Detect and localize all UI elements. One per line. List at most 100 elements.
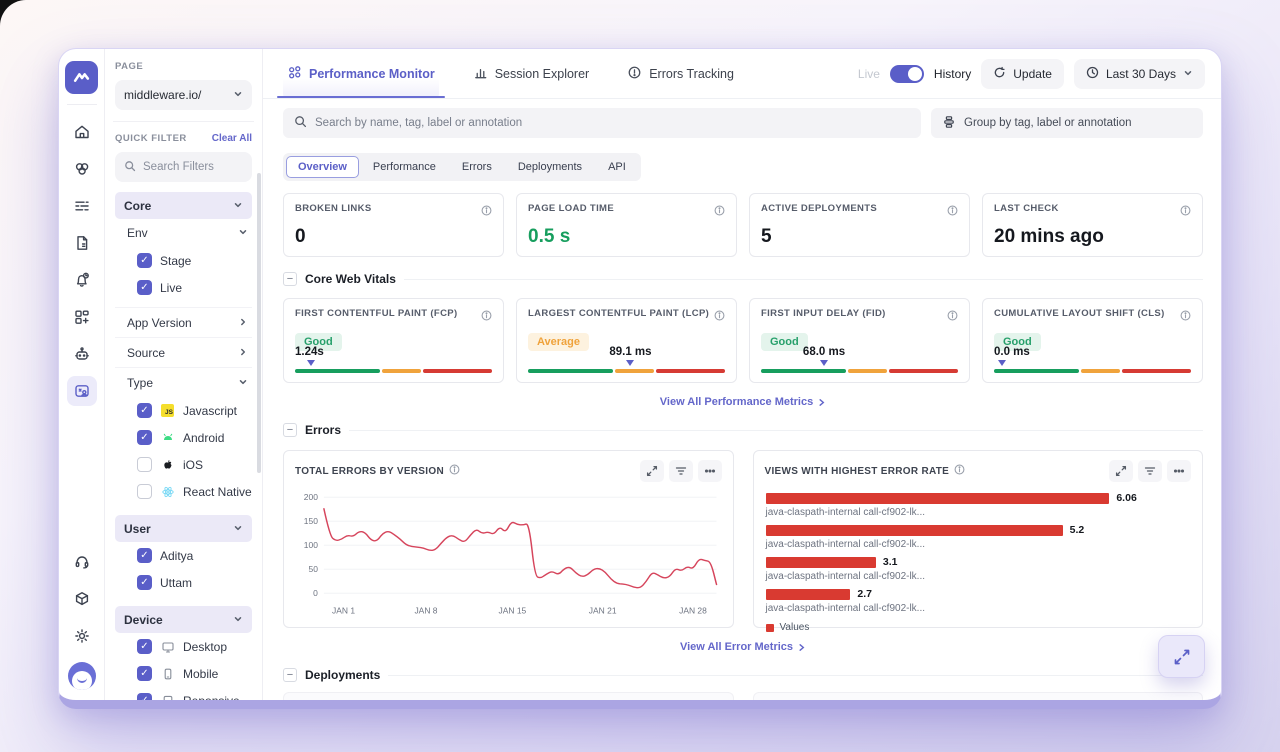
info-icon[interactable]: [481, 308, 492, 326]
view-subtabs: Overview Performance Errors Deployments …: [283, 153, 641, 181]
rum-browser-icon[interactable]: [67, 376, 97, 406]
content-area: Search by name, tag, label or annotation…: [263, 99, 1221, 700]
subtab-performance[interactable]: Performance: [361, 156, 448, 178]
subtab-overview[interactable]: Overview: [286, 156, 359, 178]
filter-section-core[interactable]: Core: [115, 192, 252, 219]
more-options-icon[interactable]: [1167, 460, 1191, 482]
info-icon[interactable]: [954, 464, 965, 478]
bar-row: 2.7 java-claspath-internal call-cf902-lk…: [766, 588, 1191, 620]
gear-icon[interactable]: [67, 621, 97, 651]
infra-cluster-icon[interactable]: [67, 154, 97, 184]
filter-group-source[interactable]: Source: [115, 337, 252, 367]
filter-icon[interactable]: [1138, 460, 1162, 482]
more-options-icon[interactable]: [698, 460, 722, 482]
filter-option-stage[interactable]: Stage: [115, 247, 252, 274]
env-label: Env: [127, 226, 148, 240]
tablet-icon: [160, 693, 175, 700]
option-label: Live: [160, 281, 182, 295]
checkbox[interactable]: [137, 430, 152, 445]
checkbox[interactable]: [137, 639, 152, 654]
search-input[interactable]: Search by name, tag, label or annotation: [283, 108, 921, 138]
info-icon[interactable]: [1180, 308, 1191, 326]
subtab-errors[interactable]: Errors: [450, 156, 504, 178]
update-button[interactable]: Update: [981, 59, 1064, 89]
collapse-icon[interactable]: −: [283, 423, 297, 437]
filter-option-live[interactable]: Live: [115, 274, 252, 301]
middleware-logo[interactable]: [65, 61, 98, 94]
package-add-icon[interactable]: [67, 584, 97, 614]
expand-dashboard-button[interactable]: [1158, 635, 1205, 678]
checkbox[interactable]: [137, 253, 152, 268]
filter-option-react-native[interactable]: React Native: [115, 478, 252, 505]
expand-icon[interactable]: [640, 460, 664, 482]
subtab-deployments[interactable]: Deployments: [506, 156, 594, 178]
info-icon[interactable]: [481, 203, 492, 221]
checkbox[interactable]: [137, 457, 152, 472]
avatar[interactable]: [68, 662, 96, 690]
section-title: Deployments: [305, 668, 380, 682]
filter-option-javascript[interactable]: JS Javascript: [115, 397, 252, 424]
filter-section-user[interactable]: User: [115, 515, 252, 542]
bar-category-label: java-claspath-internal call-cf902-lk...: [766, 507, 1191, 518]
search-filters-input[interactable]: Search Filters: [115, 152, 252, 182]
filter-icon[interactable]: [669, 460, 693, 482]
error-charts-row: TOTAL ERRORS BY VERSION 050100150200JAN …: [283, 450, 1203, 628]
group-by-button[interactable]: Group by tag, label or annotation: [931, 108, 1203, 138]
info-icon[interactable]: [1180, 203, 1191, 221]
alert-bell-icon[interactable]: [67, 265, 97, 295]
sidebar-scrollbar[interactable]: [257, 173, 261, 473]
filter-option-desktop[interactable]: Desktop: [115, 633, 252, 660]
expand-icon: [1173, 648, 1191, 666]
filter-option-mobile[interactable]: Mobile: [115, 660, 252, 687]
checkbox[interactable]: [137, 548, 152, 563]
live-history-toggle[interactable]: [890, 65, 924, 83]
checkbox[interactable]: [137, 575, 152, 590]
grid-dots-icon: [287, 65, 302, 83]
collapse-icon[interactable]: −: [283, 272, 297, 286]
filter-option-aditya[interactable]: Aditya: [115, 542, 252, 569]
info-icon[interactable]: [714, 203, 725, 221]
filter-option-uttam[interactable]: Uttam: [115, 569, 252, 596]
info-icon[interactable]: [449, 464, 460, 478]
tab-session-explorer[interactable]: Session Explorer: [469, 49, 594, 98]
document-icon[interactable]: [67, 228, 97, 258]
summary-metrics-row: BROKEN LINKS 0 PAGE LOAD TIME 0.5 s ACTI…: [283, 193, 1203, 257]
date-range-button[interactable]: Last 30 Days: [1074, 59, 1205, 89]
filter-group-env[interactable]: Env: [115, 219, 252, 247]
info-icon[interactable]: [947, 308, 958, 326]
bar-chart-icon: [473, 65, 488, 83]
tab-errors-tracking[interactable]: Errors Tracking: [623, 49, 738, 98]
home-icon[interactable]: [67, 117, 97, 147]
filter-option-responsive[interactable]: Reponsive: [115, 687, 252, 700]
view-all-errors-link[interactable]: View All Error Metrics: [680, 641, 806, 653]
subtab-api[interactable]: API: [596, 156, 638, 178]
dashboard-add-icon[interactable]: [67, 302, 97, 332]
clear-all-link[interactable]: Clear All: [212, 133, 252, 144]
filter-option-ios[interactable]: iOS: [115, 451, 252, 478]
quick-filter-label: QUICK FILTER: [115, 133, 187, 144]
chart-title: TOTAL ERRORS BY VERSION: [295, 466, 444, 477]
checkbox[interactable]: [137, 693, 152, 700]
option-label: React Native: [183, 485, 252, 499]
checkbox[interactable]: [137, 666, 152, 681]
info-icon[interactable]: [714, 308, 725, 326]
filter-section-device[interactable]: Device: [115, 606, 252, 633]
filter-option-android[interactable]: Android: [115, 424, 252, 451]
info-icon[interactable]: [947, 203, 958, 221]
headset-icon[interactable]: [67, 547, 97, 577]
filter-sidebar: PAGE middleware.io/ QUICK FILTER Clear A…: [105, 49, 263, 700]
page-select[interactable]: middleware.io/: [115, 80, 252, 110]
option-label: Desktop: [183, 640, 227, 654]
tab-performance-monitor[interactable]: Performance Monitor: [283, 49, 439, 98]
view-all-performance-link[interactable]: View All Performance Metrics: [660, 396, 826, 408]
checkbox[interactable]: [137, 484, 152, 499]
filter-group-app-version[interactable]: App Version: [115, 307, 252, 337]
metric-card-broken-links: BROKEN LINKS 0: [283, 193, 504, 257]
logs-lines-icon[interactable]: [67, 191, 97, 221]
filter-group-type[interactable]: Type: [115, 367, 252, 397]
checkbox[interactable]: [137, 403, 152, 418]
bot-icon[interactable]: [67, 339, 97, 369]
expand-icon[interactable]: [1109, 460, 1133, 482]
collapse-icon[interactable]: −: [283, 668, 297, 682]
checkbox[interactable]: [137, 280, 152, 295]
